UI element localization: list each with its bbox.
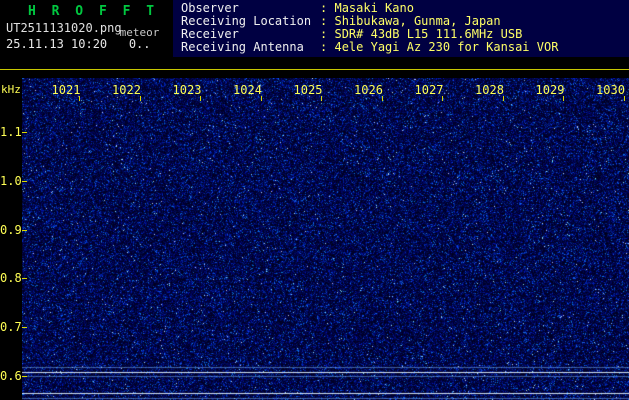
x-tick-mark [624,96,625,101]
x-tick-label: 1021 [52,83,81,97]
info-colon: : [320,40,327,54]
x-tick-label: 1023 [173,83,202,97]
x-tick-label: 1024 [233,83,262,97]
x-tick-mark [140,96,141,101]
x-tick-label: 1026 [354,83,383,97]
y-tick-label: 0.9 [0,223,20,237]
x-tick-mark [261,96,262,101]
x-tick-label: 1029 [536,83,565,97]
x-tick-label: 1027 [415,83,444,97]
header-separator [0,69,629,70]
y-tick-label: 0.8 [0,271,20,285]
x-tick-label: 1025 [294,83,323,97]
y-axis-unit-label: kHz [1,83,21,96]
x-tick-mark [442,96,443,101]
y-tick-mark [22,327,27,328]
info-value: Shibukawa, Gunma, Japan [334,14,500,28]
x-tick-label: 1028 [475,83,504,97]
x-tick-label: 1022 [112,83,141,97]
x-tick-mark [200,96,201,101]
y-tick-mark [22,278,27,279]
info-colon: : [320,27,327,41]
x-tick-mark [321,96,322,101]
y-tick-mark [22,181,27,182]
info-label: Receiving Antenna [181,41,320,54]
x-tick-mark [503,96,504,101]
timestamp: 25.11.13 10:20 0.. [6,37,151,51]
filename: UT2511131020.png [6,21,122,35]
info-value: 4ele Yagi Az 230 for Kansai VOR [334,40,558,54]
info-value: Masaki Kano [334,1,413,15]
hrofft-window: H R O F F T UT2511131020.pngmeteor 25.11… [0,0,629,400]
y-tick-label: 0.7 [0,320,20,334]
app-title: H R O F F T [28,4,158,19]
x-tick-mark [79,96,80,101]
y-tick-mark [22,230,27,231]
info-colon: : [320,14,327,28]
y-tick-label: 0.6 [0,369,20,383]
info-value: SDR# 43dB L15 111.6MHz USB [334,27,522,41]
y-tick-mark [22,376,27,377]
info-row-antenna: Receiving Antenna: 4ele Yagi Az 230 for … [181,41,629,54]
x-tick-mark [382,96,383,101]
spectrogram-canvas [22,78,629,400]
x-tick-mark [563,96,564,101]
y-tick-mark [22,132,27,133]
info-panel: Observer: Masaki Kano Receiving Location… [173,0,629,57]
x-tick-label: 1030 [596,83,625,97]
y-tick-label: 1.1 [0,125,20,139]
file-row: UT2511131020.pngmeteor [6,21,159,35]
y-tick-label: 1.0 [0,174,20,188]
info-colon: : [320,1,327,15]
